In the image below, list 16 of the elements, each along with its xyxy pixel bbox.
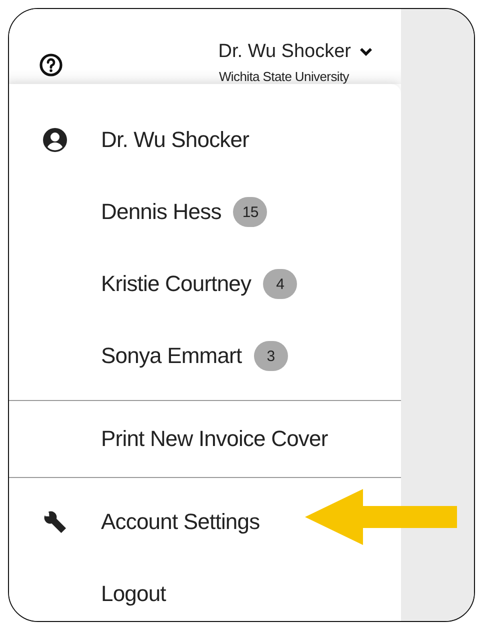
menu-item[interactable]: Print New Invoice Cover	[9, 409, 401, 469]
count-badge: 15	[233, 197, 268, 227]
menu-item[interactable]: Sonya Emmart 3	[9, 320, 401, 392]
chevron-down-icon	[359, 47, 373, 57]
count-badge: 3	[254, 341, 288, 371]
user-menu-button[interactable]: Dr. Wu Shocker	[218, 41, 373, 63]
organization-name: Wichita State University	[218, 69, 349, 84]
menu-item[interactable]: Account Settings	[9, 486, 401, 558]
wrench-icon	[42, 509, 68, 535]
menu-item[interactable]: Dr. Wu Shocker	[9, 104, 401, 176]
user-icon	[42, 127, 68, 153]
menu-item[interactable]: Dennis Hess 15	[9, 176, 401, 248]
help-icon[interactable]	[39, 53, 63, 77]
menu-item[interactable]: Logout	[9, 558, 401, 621]
menu-item[interactable]: Kristie Courtney 4	[9, 248, 401, 320]
count-badge: 4	[263, 269, 298, 299]
